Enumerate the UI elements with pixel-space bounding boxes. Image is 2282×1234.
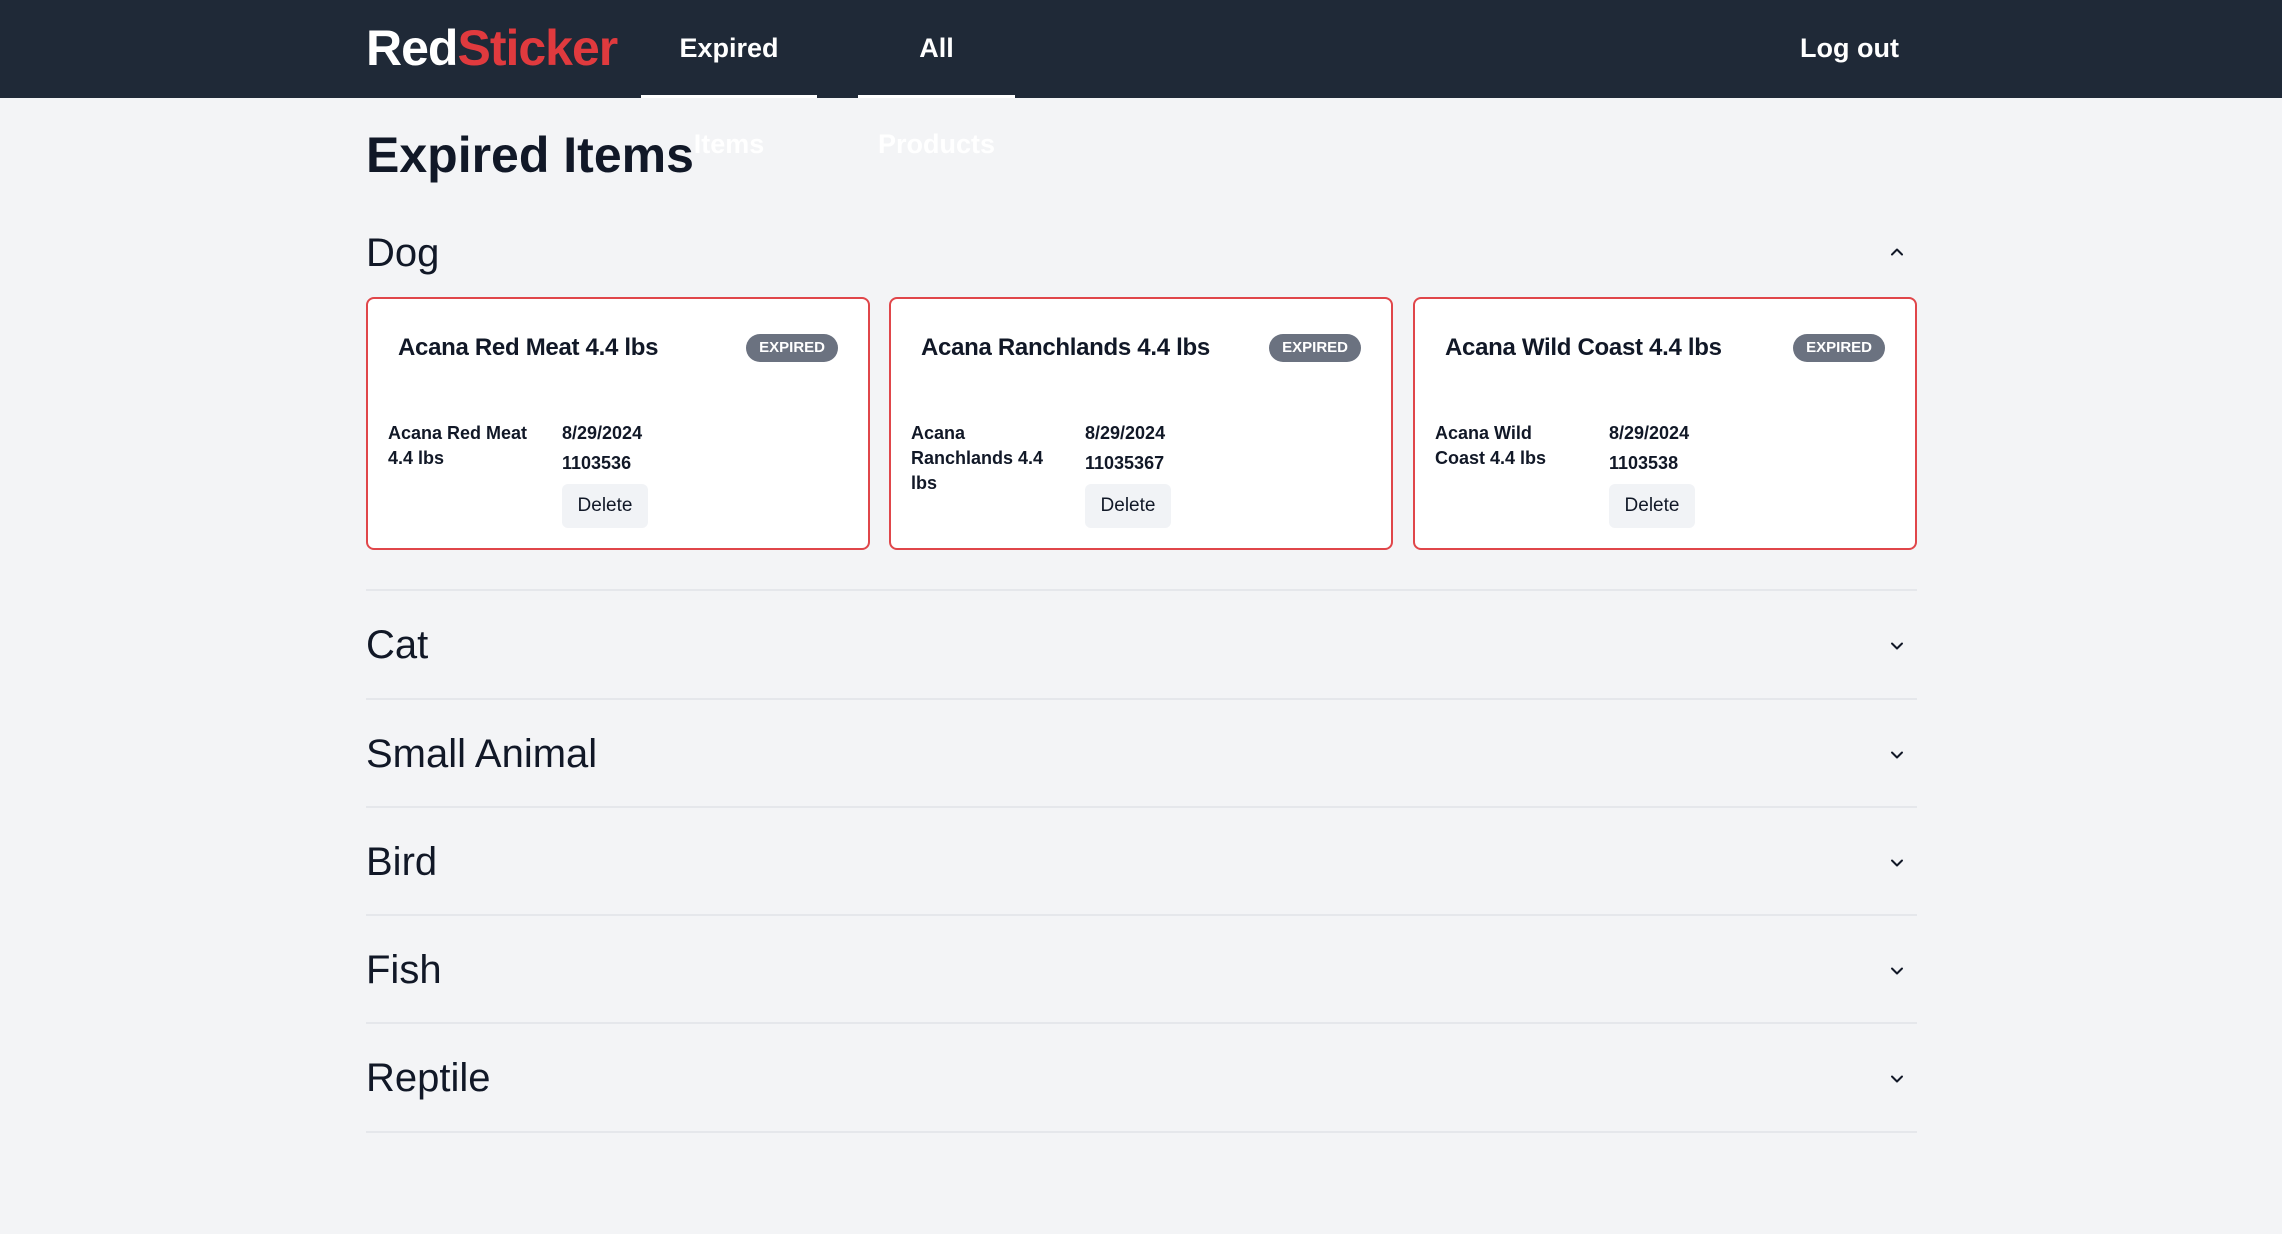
- chevron-down-icon: [1889, 747, 1905, 763]
- expiry-date: 8/29/2024: [1609, 423, 1690, 443]
- category-header-reptile[interactable]: Reptile: [366, 1024, 1917, 1132]
- expired-badge: EXPIRED: [1793, 334, 1885, 362]
- delete-button[interactable]: Delete: [1085, 484, 1171, 528]
- category-header-small-animal[interactable]: Small Animal: [366, 700, 1917, 808]
- chevron-down-icon: [1889, 638, 1905, 654]
- category-section-reptile: Reptile: [366, 1024, 1917, 1133]
- product-name: Acana Ranchlands 4.4 lbs: [921, 334, 1210, 361]
- category-title: Cat: [366, 623, 429, 667]
- logo-text-sticker: Sticker: [457, 20, 618, 76]
- nav-link-all-products[interactable]: All Products: [858, 0, 1015, 159]
- expired-badge: EXPIRED: [746, 334, 838, 362]
- product-sku: 1103536: [562, 453, 632, 473]
- category-header-dog[interactable]: Dog: [366, 201, 1917, 309]
- delete-button[interactable]: Delete: [562, 484, 648, 528]
- category-header-cat[interactable]: Cat: [366, 591, 1917, 699]
- category-header-bird[interactable]: Bird: [366, 808, 1917, 916]
- product-card: Acana Wild Coast 4.4 lbs EXPIRED Acana W…: [1413, 297, 1917, 550]
- category-section-bird: Bird: [366, 808, 1917, 916]
- product-sku: 1103538: [1609, 453, 1679, 473]
- expiry-date: 8/29/2024: [562, 423, 643, 443]
- category-title: Fish: [366, 948, 442, 992]
- chevron-down-icon: [1889, 963, 1905, 979]
- top-nav: RedSticker Expired Items All Products Lo…: [0, 0, 2282, 159]
- category-title: Reptile: [366, 1056, 491, 1100]
- logout-button[interactable]: Log out: [1800, 0, 1899, 96]
- category-section-cat: Cat: [366, 591, 1917, 700]
- product-name: Acana Red Meat 4.4 lbs: [398, 334, 659, 361]
- logo[interactable]: RedSticker: [366, 18, 618, 78]
- logo-text-red: Red: [366, 20, 458, 76]
- product-sku: 11035367: [1085, 453, 1165, 473]
- chevron-down-icon: [1889, 855, 1905, 871]
- product-image: Acana Wild Coast 4.4 lbs: [1435, 423, 1547, 468]
- category-section-small-animal: Small Animal: [366, 700, 1917, 808]
- page-title: Expired Items: [366, 127, 694, 183]
- expired-badge: EXPIRED: [1269, 334, 1361, 362]
- nav-link-expired-items[interactable]: Expired Items: [641, 0, 817, 159]
- expiry-date: 8/29/2024: [1085, 423, 1166, 443]
- product-image: Acana Ranchlands 4.4 lbs: [911, 423, 1044, 493]
- delete-button[interactable]: Delete: [1609, 484, 1695, 528]
- category-title: Small Animal: [366, 732, 598, 776]
- chevron-down-icon: [1889, 1071, 1905, 1087]
- category-section-fish: Fish: [366, 916, 1917, 1024]
- category-title: Dog: [366, 231, 440, 275]
- product-card: Acana Ranchlands 4.4 lbs EXPIRED Acana R…: [889, 297, 1393, 550]
- chevron-up-icon: [1889, 244, 1905, 260]
- product-card: Acana Red Meat 4.4 lbs EXPIRED Acana Red…: [366, 297, 870, 550]
- category-header-fish[interactable]: Fish: [366, 916, 1917, 1024]
- category-section-dog: Dog Acana Red Meat 4.4 lbs EXPIRED Acana…: [366, 201, 1917, 591]
- product-image: Acana Red Meat 4.4 lbs: [388, 423, 528, 468]
- category-title: Bird: [366, 840, 438, 884]
- product-name: Acana Wild Coast 4.4 lbs: [1445, 334, 1722, 361]
